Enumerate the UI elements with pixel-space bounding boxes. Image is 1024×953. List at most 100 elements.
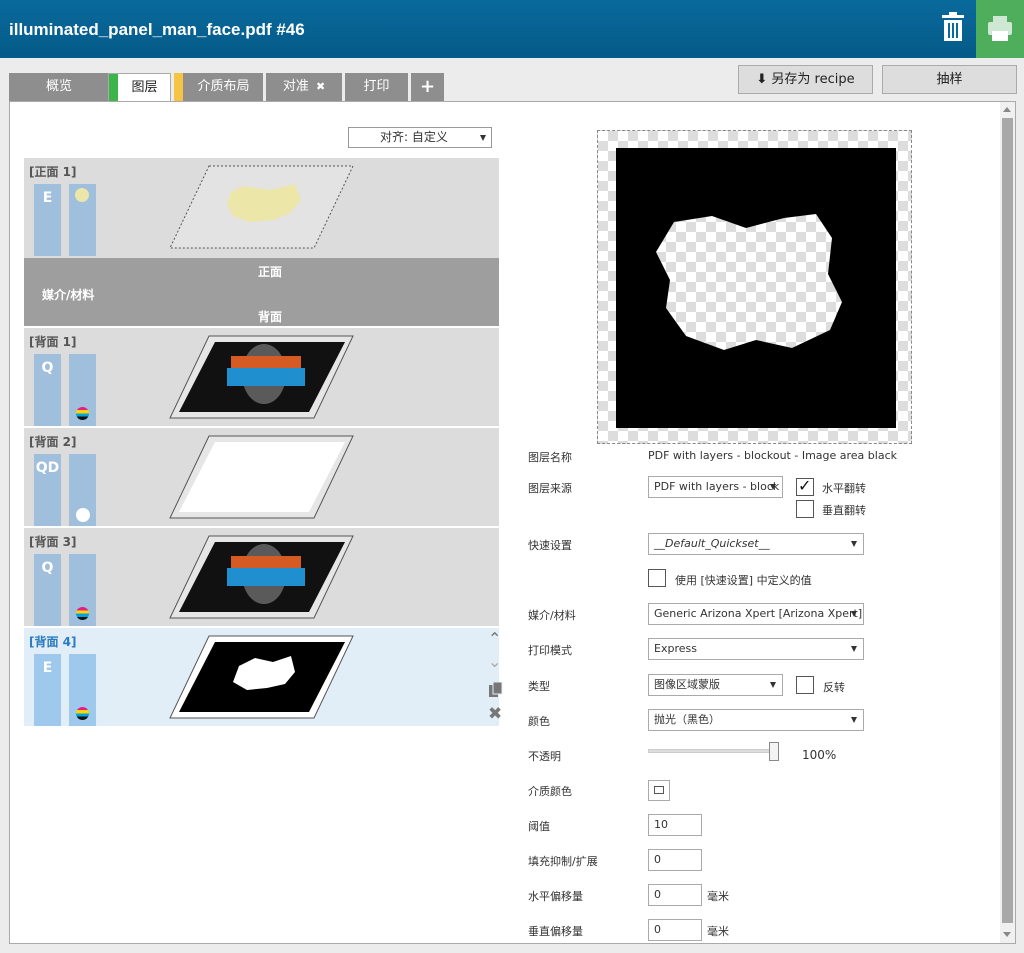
layer-thumbnail	[169, 635, 354, 719]
media-separator: 正面 媒介/材料 背面	[24, 258, 499, 326]
align-select[interactable]: 对齐: 自定义	[348, 127, 492, 148]
layer-name: [背面 3]	[29, 535, 77, 549]
media-label: 媒介/材料	[42, 288, 95, 302]
layer-item-back-1[interactable]: [背面 1] Q	[24, 328, 499, 426]
use-quickset-checkbox[interactable]	[648, 569, 666, 587]
tab-registration-label: 对准	[282, 79, 309, 94]
layer-ink-column[interactable]	[69, 554, 96, 626]
flip-horizontal-checkbox[interactable]: ✓	[796, 476, 814, 496]
layer-mode-column[interactable]: E	[34, 654, 61, 726]
caret-down-icon	[851, 717, 857, 723]
checkmark-icon: ✓	[798, 476, 812, 495]
layer-ink-column[interactable]	[69, 454, 96, 526]
app-header: illuminated_panel_man_face.pdf #46	[0, 0, 1024, 58]
media-color-picker[interactable]	[648, 780, 670, 801]
invert-label: 反转	[823, 681, 845, 694]
layer-item-back-2[interactable]: [背面 2] QD	[24, 428, 499, 526]
tab-layers-label: 图层	[131, 80, 158, 95]
tab-color-marker	[174, 73, 183, 101]
tab-overview[interactable]: 概览	[9, 73, 109, 101]
opacity-slider[interactable]	[648, 749, 776, 753]
caret-down-icon	[770, 484, 776, 490]
tab-media-layout[interactable]: 介质布局	[174, 73, 263, 101]
threshold-value: 10	[654, 818, 668, 831]
layer-thumbnail	[169, 435, 354, 519]
v-offset-value: 0	[654, 923, 661, 936]
tab-print[interactable]: 打印	[345, 73, 408, 101]
preview-transparent-area	[656, 214, 842, 350]
layer-ink-column[interactable]	[69, 654, 96, 726]
layer-mode-column[interactable]: Q	[34, 354, 61, 426]
layer-mode-label: QD	[35, 460, 60, 476]
printer-icon	[988, 16, 1012, 41]
layer-thumbnail	[169, 535, 354, 619]
use-quickset-label: 使用 [快速设置] 中定义的值	[675, 574, 812, 587]
layer-mode-label: Q	[41, 360, 54, 376]
layer-name: [正面 1]	[29, 165, 77, 179]
print-button[interactable]	[976, 0, 1024, 58]
flip-horizontal-label: 水平翻转	[822, 482, 866, 495]
layer-mode-label: E	[42, 190, 53, 206]
layer-thumbnail	[169, 165, 354, 249]
h-offset-unit: 毫米	[707, 890, 729, 903]
scroll-up-icon[interactable]	[1003, 107, 1011, 112]
layer-source-select[interactable]: PDF with layers - block	[648, 476, 783, 498]
scrollbar-thumb[interactable]	[1002, 118, 1013, 923]
opacity-label: 不透明	[528, 750, 561, 763]
layer-name: [背面 1]	[29, 335, 77, 349]
v-offset-input[interactable]: 0	[648, 919, 702, 941]
move-up-icon[interactable]: ⌃	[488, 629, 501, 648]
threshold-input[interactable]: 10	[648, 814, 702, 836]
close-icon[interactable]: ✖	[316, 80, 325, 93]
layer-mode-column[interactable]: QD	[34, 454, 61, 526]
flip-vertical-label: 垂直翻转	[822, 504, 866, 517]
layer-mode-label: Q	[41, 560, 54, 576]
h-offset-input[interactable]: 0	[648, 884, 702, 906]
document-title: illuminated_panel_man_face.pdf #46	[9, 20, 305, 39]
media-front-label: 正面	[258, 265, 283, 279]
color-label: 颜色	[528, 715, 550, 728]
cmyk-icon	[76, 707, 89, 720]
duplicate-icon[interactable]	[488, 682, 504, 698]
layer-item-back-3[interactable]: [背面 3] Q	[24, 528, 499, 626]
layer-preview	[597, 130, 912, 444]
print-mode-select[interactable]: Express	[648, 638, 864, 660]
media-select[interactable]: Generic Arizona Xpert [Arizona Xpert]	[648, 603, 864, 625]
tab-layers[interactable]: 图层	[108, 73, 171, 102]
align-select-value: 对齐: 自定义	[380, 130, 448, 144]
type-select[interactable]: 图像区域蒙版	[648, 674, 783, 696]
layer-mode-column[interactable]: E	[34, 184, 61, 256]
layer-item-front-1[interactable]: [正面 1] E	[24, 158, 499, 258]
sample-button[interactable]: 抽样	[882, 65, 1017, 94]
cmyk-icon	[76, 607, 89, 620]
save-recipe-button[interactable]: ⬇ 另存为 recipe	[738, 65, 873, 94]
scrollbar[interactable]	[1000, 102, 1015, 943]
opacity-slider-handle[interactable]	[769, 742, 779, 761]
layer-ink-column[interactable]	[69, 184, 96, 256]
layer-item-back-4[interactable]: [背面 4] E ⌃ ⌄ ✖	[24, 628, 503, 726]
layer-mode-column[interactable]: Q	[34, 554, 61, 626]
flip-vertical-checkbox[interactable]	[796, 500, 814, 518]
color-select[interactable]: 抛光（黑色）	[648, 709, 864, 731]
v-offset-label: 垂直偏移量	[528, 925, 583, 938]
print-mode-value: Express	[654, 642, 697, 655]
layer-thumbnail	[169, 335, 354, 419]
quickset-select[interactable]: __Default_Quickset__	[648, 533, 864, 555]
h-offset-label: 水平偏移量	[528, 890, 583, 903]
choke-input[interactable]: 0	[648, 849, 702, 871]
choke-label: 填充抑制/扩展	[528, 855, 598, 868]
layer-ink-column[interactable]	[69, 354, 96, 426]
delete-icon[interactable]: ✖	[488, 704, 502, 724]
trash-icon[interactable]	[940, 12, 966, 42]
layer-name-value: PDF with layers - blockout - Image area …	[648, 449, 897, 462]
layer-mode-label: E	[42, 660, 53, 676]
threshold-label: 阈值	[528, 820, 550, 833]
move-down-icon[interactable]: ⌄	[488, 652, 501, 671]
add-tab-button[interactable]: +	[411, 73, 444, 101]
invert-checkbox[interactable]	[796, 676, 814, 694]
scroll-down-icon[interactable]	[1003, 932, 1011, 937]
layer-name-label: 图层名称	[528, 451, 572, 464]
tab-registration[interactable]: 对准 ✖	[266, 73, 342, 101]
tab-overview-label: 概览	[45, 79, 72, 94]
h-offset-value: 0	[654, 888, 661, 901]
